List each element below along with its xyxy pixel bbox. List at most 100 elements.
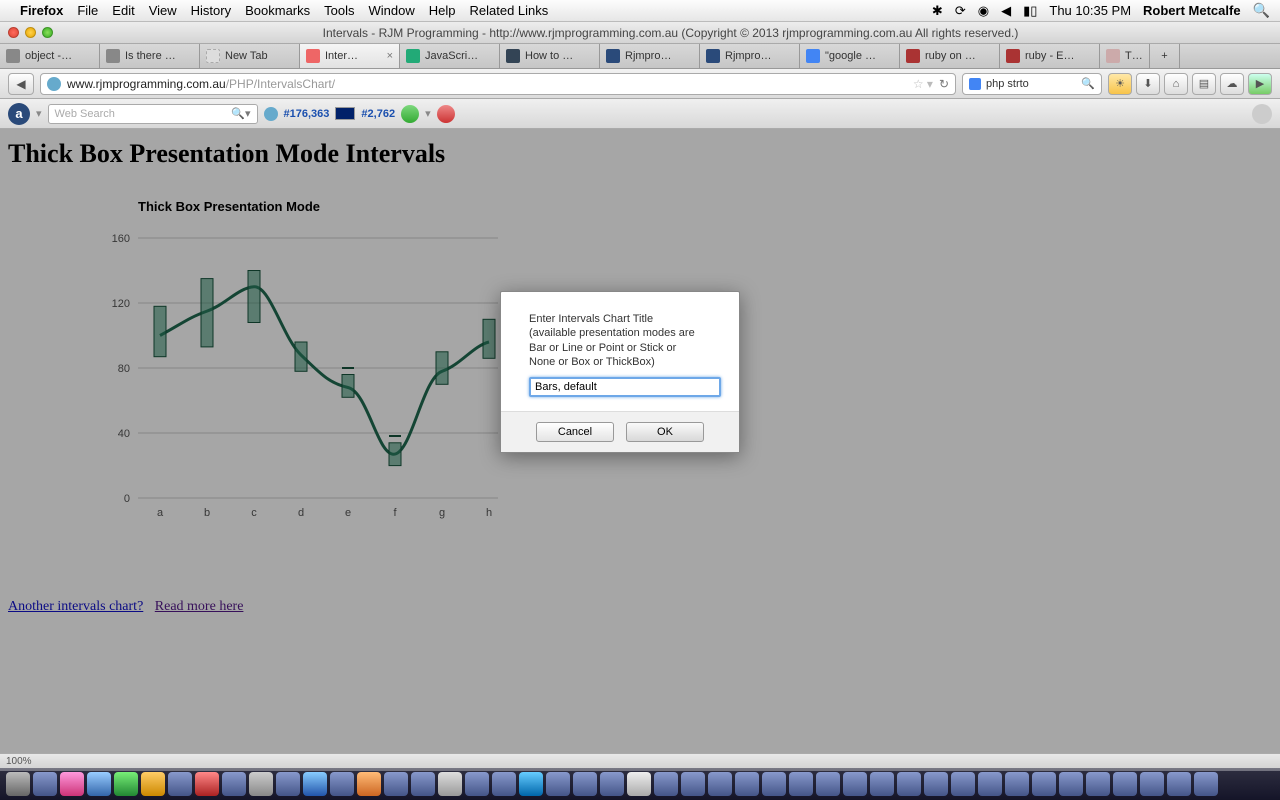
url-bar[interactable]: www.rjmprogramming.com.au/PHP/IntervalsC… [40,73,956,95]
reload-icon[interactable]: ↻ [939,77,949,91]
dock-item[interactable] [762,772,786,796]
dock-item[interactable] [978,772,1002,796]
menu-related-links[interactable]: Related Links [470,3,549,18]
timemachine-icon[interactable]: ⟳ [955,3,966,19]
active-app[interactable]: Firefox [20,3,63,18]
wifi-icon[interactable]: ◉ [978,3,989,19]
tab-rjmpro2[interactable]: Rjmpro… [700,44,800,68]
toolbar-icon-2[interactable]: ☁ [1220,73,1244,95]
dock-item[interactable] [600,772,624,796]
menu-bookmarks[interactable]: Bookmarks [245,3,310,18]
alexa-logo-icon[interactable]: a [8,103,30,125]
tab-howto[interactable]: How to … [500,44,600,68]
search-go-icon[interactable]: 🔍 [1081,77,1095,90]
dock-item[interactable] [681,772,705,796]
dock-item[interactable] [60,772,84,796]
tab-javascript[interactable]: JavaScri… [400,44,500,68]
zoom-level[interactable]: 100% [6,756,32,767]
dock-item[interactable] [870,772,894,796]
dock-item[interactable] [573,772,597,796]
dock-item[interactable] [141,772,165,796]
clock[interactable]: Thu 10:35 PM [1049,3,1131,18]
dock-item[interactable] [303,772,327,796]
menu-edit[interactable]: Edit [112,3,134,18]
dock-item[interactable] [897,772,921,796]
dock-item[interactable] [249,772,273,796]
dock-item[interactable] [951,772,975,796]
menu-tools[interactable]: Tools [324,3,354,18]
alexa-search-input[interactable]: Web Search🔍▾ [48,104,258,124]
stopwatch-icon[interactable] [437,105,455,123]
spotlight-icon[interactable]: 🔍 [1253,2,1270,19]
bookmarks-button[interactable]: ▤ [1192,73,1216,95]
dock-item[interactable] [465,772,489,796]
close-window-button[interactable] [8,27,19,38]
alexa-global-rank[interactable]: #176,363 [284,108,330,120]
bluetooth-icon[interactable]: ✱ [932,3,943,19]
dock-item[interactable] [1059,772,1083,796]
dock-item[interactable] [438,772,462,796]
dock-item[interactable] [195,772,219,796]
tab-rjmpro1[interactable]: Rjmpro… [600,44,700,68]
dock-item[interactable] [924,772,948,796]
dock-item[interactable] [411,772,435,796]
site-identity-icon[interactable] [47,77,61,91]
tab-intervals[interactable]: Inter…× [300,44,400,68]
dock-item[interactable] [222,772,246,796]
dock-item[interactable] [816,772,840,796]
dock-item[interactable] [735,772,759,796]
back-button[interactable]: ◀ [8,73,34,95]
dock-item[interactable] [519,772,543,796]
dock-item[interactable] [330,772,354,796]
menu-view[interactable]: View [149,3,177,18]
search-bar[interactable]: php strto 🔍 [962,73,1102,95]
cancel-button[interactable]: Cancel [536,422,614,442]
dock-item[interactable] [492,772,516,796]
alexa-au-rank[interactable]: #2,762 [361,108,395,120]
dock-item[interactable] [627,772,651,796]
tab-google[interactable]: "google … [800,44,900,68]
menu-file[interactable]: File [77,3,98,18]
tab-overflow[interactable]: T… [1100,44,1150,68]
dock-item[interactable] [708,772,732,796]
dock-item[interactable] [357,772,381,796]
dock-item[interactable] [1140,772,1164,796]
dock-item[interactable] [1086,772,1110,796]
user-name[interactable]: Robert Metcalfe [1143,3,1241,18]
dock-item[interactable] [654,772,678,796]
downloads-button[interactable]: ⬇ [1136,73,1160,95]
tab-rubye[interactable]: ruby - E… [1000,44,1100,68]
dock-item[interactable] [1032,772,1056,796]
tab-isthere[interactable]: Is there … [100,44,200,68]
tab-newtab[interactable]: New Tab [200,44,300,68]
dock-item[interactable] [114,772,138,796]
bookmark-star-icon[interactable]: ☆ ▾ [913,77,933,91]
dock-item[interactable] [87,772,111,796]
minimize-window-button[interactable] [25,27,36,38]
toolbar-icon-3[interactable]: ▶ [1248,73,1272,95]
toolbar-icon-1[interactable]: ☀ [1108,73,1132,95]
tab-rubyon[interactable]: ruby on … [900,44,1000,68]
dock-item[interactable] [843,772,867,796]
dock-item[interactable] [1113,772,1137,796]
settings-gear-icon[interactable] [1252,104,1272,124]
ok-button[interactable]: OK [626,422,704,442]
volume-icon[interactable]: ◀ [1001,3,1011,19]
close-tab-icon[interactable]: × [387,50,393,62]
dock-item[interactable] [276,772,300,796]
dock-item[interactable] [1194,772,1218,796]
prompt-input[interactable] [529,377,721,397]
dock-item[interactable] [33,772,57,796]
dock-item[interactable] [168,772,192,796]
menu-history[interactable]: History [191,3,231,18]
new-tab-button[interactable]: + [1150,44,1180,68]
dock-item[interactable] [1005,772,1029,796]
menu-window[interactable]: Window [369,3,415,18]
tab-object[interactable]: object -… [0,44,100,68]
dock-item[interactable] [6,772,30,796]
dock-item[interactable] [1167,772,1191,796]
zoom-window-button[interactable] [42,27,53,38]
dock-item[interactable] [789,772,813,796]
battery-icon[interactable]: ▮▯ [1023,3,1037,19]
dock-item[interactable] [384,772,408,796]
